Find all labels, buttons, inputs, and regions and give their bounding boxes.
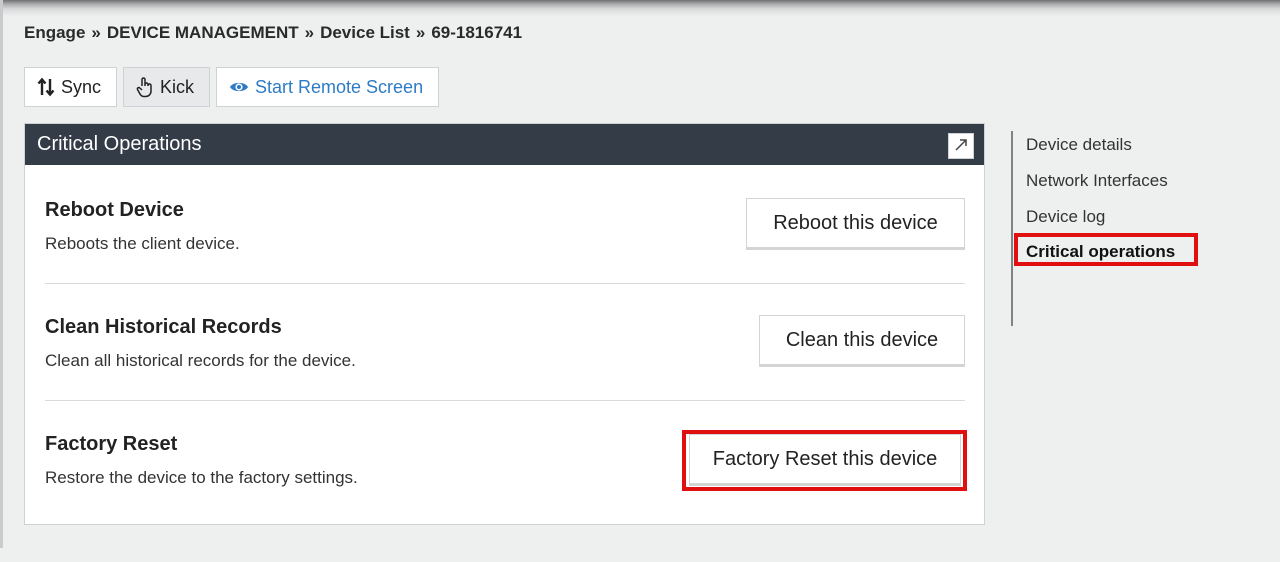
operation-factory-reset: Factory Reset Restore the device to the …: [45, 400, 965, 518]
breadcrumb-device-management[interactable]: DEVICE MANAGEMENT: [107, 23, 299, 42]
clean-device-button[interactable]: Clean this device: [759, 315, 965, 367]
operation-title: Factory Reset: [45, 433, 178, 455]
expand-arrow-icon: [954, 135, 968, 158]
operation-clean: Clean Historical Records Clean all histo…: [45, 283, 965, 401]
sync-button[interactable]: Sync: [24, 67, 117, 107]
operation-title: Clean Historical Records: [45, 316, 282, 338]
breadcrumb-device-list[interactable]: Device List: [320, 23, 410, 42]
nav-network-interfaces[interactable]: Network Interfaces: [1026, 171, 1168, 191]
breadcrumb-device-id: 69-1816741: [431, 23, 523, 42]
operation-description: Restore the device to the factory settin…: [45, 468, 358, 487]
sync-label: Sync: [61, 76, 102, 97]
panel-header: Critical Operations: [25, 124, 984, 165]
start-remote-screen-label: Start Remote Screen: [255, 76, 424, 97]
expand-button[interactable]: [948, 133, 974, 159]
factory-reset-device-button[interactable]: Factory Reset this device: [689, 434, 961, 486]
operation-title: Reboot Device: [45, 199, 184, 221]
sort-arrows-icon: [37, 77, 55, 97]
panel-title: Critical Operations: [37, 133, 202, 155]
breadcrumb: Engage » DEVICE MANAGEMENT » Device List » 69-…: [24, 23, 522, 43]
start-remote-screen-button[interactable]: Start Remote Screen: [216, 67, 439, 107]
breadcrumb-separator: »: [91, 23, 101, 42]
side-navigation: Device details Network Interfaces Device…: [1011, 131, 1233, 326]
window-top-shadow: [0, 0, 1280, 16]
nav-device-log[interactable]: Device log: [1026, 207, 1105, 227]
breadcrumb-engage[interactable]: Engage: [24, 23, 85, 42]
breadcrumb-separator: »: [415, 23, 426, 42]
reboot-device-button[interactable]: Reboot this device: [746, 198, 965, 250]
nav-device-details[interactable]: Device details: [1026, 135, 1132, 155]
operation-description: Clean all historical records for the dev…: [45, 351, 356, 370]
critical-operations-panel: Critical Operations Reboot Device Reboot…: [24, 123, 985, 525]
breadcrumb-separator: »: [304, 23, 315, 42]
hand-pointer-icon: [136, 76, 154, 98]
eye-icon: [229, 80, 249, 94]
kick-label: Kick: [160, 76, 195, 97]
operation-reboot: Reboot Device Reboots the client device.…: [45, 165, 965, 283]
nav-critical-operations[interactable]: Critical operations: [1026, 242, 1175, 262]
kick-button[interactable]: Kick: [123, 67, 210, 107]
left-edge-border: [0, 0, 3, 548]
operation-description: Reboots the client device.: [45, 234, 240, 253]
